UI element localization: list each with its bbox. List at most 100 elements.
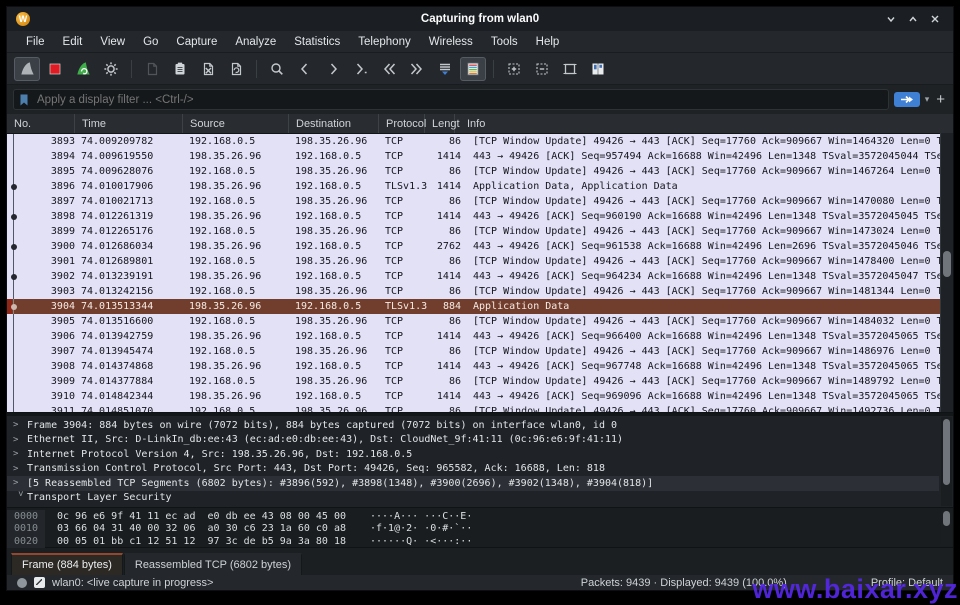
find-packet-icon bbox=[269, 61, 285, 77]
menu-item-help[interactable]: Help bbox=[527, 34, 569, 50]
menu-item-statistics[interactable]: Statistics bbox=[285, 34, 349, 50]
packet-row[interactable]: 389874.012261319198.35.26.96192.168.0.5T… bbox=[7, 209, 941, 224]
packet-row[interactable]: 390474.013513344198.35.26.96192.168.0.5T… bbox=[7, 299, 941, 314]
expert-info-icon[interactable] bbox=[17, 578, 27, 588]
detail-line[interactable]: >Transport Layer Security bbox=[7, 491, 939, 506]
detail-line[interactable]: >Frame 3904: 884 bytes on wire (7072 bit… bbox=[7, 418, 939, 433]
display-filter-input[interactable] bbox=[35, 93, 884, 107]
packet-row[interactable]: 390674.013942759198.35.26.96192.168.0.5T… bbox=[7, 329, 941, 344]
menu-item-tools[interactable]: Tools bbox=[482, 34, 527, 50]
capture-restart-button[interactable] bbox=[70, 57, 96, 81]
chevron-collapsed-icon[interactable]: > bbox=[13, 478, 27, 488]
colorize-button[interactable] bbox=[460, 57, 486, 81]
detail-line[interactable]: >[5 Reassembled TCP Segments (6802 bytes… bbox=[7, 476, 939, 491]
find-packet-button[interactable] bbox=[264, 57, 290, 81]
packet-row[interactable]: 389374.009209782192.168.0.5198.35.26.96T… bbox=[7, 134, 941, 149]
capture-start-button[interactable] bbox=[14, 57, 40, 81]
resize-columns-button[interactable] bbox=[585, 57, 611, 81]
chevron-collapsed-icon[interactable]: > bbox=[13, 464, 27, 474]
cell-time: 74.012686034 bbox=[81, 241, 189, 252]
maximize-button[interactable] bbox=[905, 11, 921, 27]
apply-filter-button[interactable] bbox=[894, 92, 920, 107]
capture-options-button[interactable] bbox=[98, 57, 124, 81]
packet-row[interactable]: 390074.012686034198.35.26.96192.168.0.5T… bbox=[7, 239, 941, 254]
packet-row[interactable]: 390574.013516600192.168.0.5198.35.26.96T… bbox=[7, 314, 941, 329]
hex-row[interactable]: 001003 66 04 31 40 00 32 06 a0 30 c6 23 … bbox=[7, 523, 953, 536]
column-header-destination[interactable]: Destination bbox=[289, 114, 379, 133]
file-close-button[interactable] bbox=[195, 57, 221, 81]
go-to-packet-button[interactable] bbox=[348, 57, 374, 81]
chevron-collapsed-icon[interactable]: > bbox=[13, 420, 27, 430]
go-back-button[interactable] bbox=[292, 57, 318, 81]
add-filter-button[interactable]: + bbox=[934, 92, 947, 107]
column-header-info[interactable]: Info bbox=[455, 114, 953, 133]
chevron-collapsed-icon[interactable]: > bbox=[13, 435, 27, 445]
packet-row[interactable]: 389974.012265176192.168.0.5198.35.26.96T… bbox=[7, 224, 941, 239]
packet-row[interactable]: 390274.013239191198.35.26.96192.168.0.5T… bbox=[7, 269, 941, 284]
close-button[interactable] bbox=[927, 11, 943, 27]
detail-line[interactable]: >Transmission Control Protocol, Src Port… bbox=[7, 462, 939, 477]
file-save-button[interactable] bbox=[167, 57, 193, 81]
scrollbar-thumb[interactable] bbox=[943, 251, 951, 277]
menu-item-telephony[interactable]: Telephony bbox=[349, 34, 419, 50]
chevron-collapsed-icon[interactable]: > bbox=[13, 449, 27, 459]
column-header-source[interactable]: Source bbox=[183, 114, 289, 133]
capture-stop-button[interactable] bbox=[42, 57, 68, 81]
packet-row[interactable]: 390774.013945474192.168.0.5198.35.26.96T… bbox=[7, 344, 941, 359]
zoom-original-button[interactable] bbox=[557, 57, 583, 81]
go-first-button[interactable] bbox=[376, 57, 402, 81]
menu-item-file[interactable]: File bbox=[17, 34, 54, 50]
scrollbar-thumb[interactable] bbox=[943, 419, 950, 485]
byte-view-tab[interactable]: Frame (884 bytes) bbox=[11, 553, 123, 575]
menu-item-analyze[interactable]: Analyze bbox=[226, 34, 285, 50]
packet-row[interactable]: 390374.013242156192.168.0.5198.35.26.96T… bbox=[7, 284, 941, 299]
go-forward-button[interactable] bbox=[320, 57, 346, 81]
packet-row[interactable]: 389774.010021713192.168.0.5198.35.26.96T… bbox=[7, 194, 941, 209]
minimize-button[interactable] bbox=[883, 11, 899, 27]
file-reload-button[interactable] bbox=[223, 57, 249, 81]
column-header-time[interactable]: Time bbox=[75, 114, 183, 133]
details-scrollbar[interactable] bbox=[941, 417, 952, 506]
packet-row[interactable]: 391074.014842344198.35.26.96192.168.0.5T… bbox=[7, 389, 941, 404]
capture-status: wlan0: <live capture in progress> bbox=[52, 577, 213, 589]
column-header-no[interactable]: No. bbox=[7, 114, 75, 133]
column-header-protocol[interactable]: Protocol bbox=[379, 114, 425, 133]
go-last-button[interactable] bbox=[404, 57, 430, 81]
hex-row[interactable]: 002000 05 01 bb c1 12 51 12 97 3c de b5 … bbox=[7, 535, 953, 548]
zoom-out-button[interactable] bbox=[529, 57, 555, 81]
display-filter-field[interactable] bbox=[13, 89, 889, 110]
packet-row[interactable]: 390974.014377884192.168.0.5198.35.26.96T… bbox=[7, 374, 941, 389]
packet-row[interactable]: 391174.014851070192.168.0.5198.35.26.96T… bbox=[7, 404, 941, 412]
packet-list-scrollbar[interactable] bbox=[940, 133, 953, 412]
menu-item-view[interactable]: View bbox=[91, 34, 134, 50]
packet-row[interactable]: 389574.009628076192.168.0.5198.35.26.96T… bbox=[7, 164, 941, 179]
cell-time: 74.014374868 bbox=[81, 361, 189, 372]
related-packet-gutter bbox=[7, 404, 23, 412]
byte-view-tab[interactable]: Reassembled TCP (6802 bytes) bbox=[124, 553, 302, 575]
auto-scroll-button[interactable] bbox=[432, 57, 458, 81]
packet-row[interactable]: 390874.014374868198.35.26.96192.168.0.5T… bbox=[7, 359, 941, 374]
capture-comment-icon[interactable] bbox=[34, 577, 45, 588]
scrollbar-thumb[interactable] bbox=[943, 511, 950, 526]
detail-line[interactable]: >Ethernet II, Src: D-LinkIn_db:ee:43 (ec… bbox=[7, 433, 939, 448]
packet-row[interactable]: 390174.012689801192.168.0.5198.35.26.96T… bbox=[7, 254, 941, 269]
column-header-lengt[interactable]: Lengt bbox=[425, 114, 455, 133]
menu-item-wireless[interactable]: Wireless bbox=[420, 34, 482, 50]
hex-row[interactable]: 00000c 96 e6 9f 41 11 ec ad e0 db ee 43 … bbox=[7, 510, 953, 523]
menu-item-go[interactable]: Go bbox=[134, 34, 167, 50]
zoom-in-button[interactable] bbox=[501, 57, 527, 81]
related-packet-gutter bbox=[7, 179, 23, 194]
menu-item-capture[interactable]: Capture bbox=[167, 34, 226, 50]
title-bar[interactable]: W Capturing from wlan0 bbox=[7, 7, 953, 31]
cell-no: 3901 bbox=[23, 256, 81, 267]
cell-protocol: TCP bbox=[385, 256, 431, 267]
packet-row[interactable]: 389474.009619550198.35.26.96192.168.0.5T… bbox=[7, 149, 941, 164]
detail-line[interactable]: >Internet Protocol Version 4, Src: 198.3… bbox=[7, 447, 939, 462]
bookmark-icon[interactable] bbox=[18, 93, 30, 107]
hex-scrollbar[interactable] bbox=[941, 509, 952, 546]
chevron-expanded-icon[interactable]: > bbox=[15, 491, 25, 505]
packet-row[interactable]: 389674.010017906198.35.26.96192.168.0.5T… bbox=[7, 179, 941, 194]
cell-info: Application Data, Application Data bbox=[461, 181, 941, 192]
menu-item-edit[interactable]: Edit bbox=[54, 34, 92, 50]
filter-dropdown-caret[interactable]: ▾ bbox=[925, 94, 930, 105]
